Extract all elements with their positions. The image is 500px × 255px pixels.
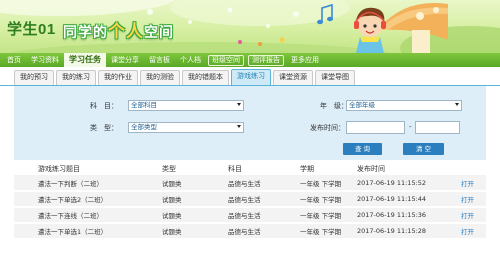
row-subject: 品德与生活: [228, 175, 300, 192]
row-type: 试题类: [162, 207, 228, 224]
nav-home[interactable]: 首页: [2, 53, 26, 67]
row-term: 一年级 下学期: [300, 175, 357, 192]
results-table: 游戏练习题目 类型 科目 学期 发布时间 遭法一下判断（二班） 试题类 品德与生…: [14, 163, 486, 240]
grade-select[interactable]: 全部年级: [346, 100, 462, 111]
tab-my-error-book[interactable]: 我的错题本: [182, 70, 229, 85]
tab-class-resources[interactable]: 课堂资源: [273, 70, 313, 85]
publish-end-date-input[interactable]: [415, 121, 460, 134]
main-nav: 首页 学习资料 学习任务 课堂分享 留言板 个人档 班级空间 测评报告 更多应用: [0, 53, 500, 67]
publish-time-label: 发布时间：: [310, 124, 345, 132]
space-title: 同学的个人空间: [63, 17, 174, 42]
space-title-part1: 同学的: [63, 24, 108, 40]
user-name: 学生01: [7, 21, 56, 38]
select-arrow-icon: [237, 103, 241, 106]
search-button[interactable]: 查 询: [343, 143, 382, 155]
table-row: 遭法一下连线（二班） 试题类 品德与生活 一年级 下学期 2017-06-19 …: [14, 207, 486, 224]
nav-assessment-report[interactable]: 测评报告: [248, 54, 284, 66]
grade-label: 年 级：: [320, 102, 348, 110]
tab-my-practice[interactable]: 我的练习: [56, 70, 96, 85]
row-title: 遭法一下连线（二班）: [14, 207, 162, 224]
row-published: 2017-06-19 11:15:52: [357, 175, 461, 192]
table-header-row: 游戏练习题目 类型 科目 学期 发布时间: [14, 163, 486, 175]
tab-game-practice[interactable]: 游戏练习: [231, 69, 271, 85]
nav-personal-file[interactable]: 个人档: [175, 53, 206, 67]
select-arrow-icon: [455, 103, 459, 106]
subject-select[interactable]: 全部科目: [128, 100, 244, 111]
row-subject: 品德与生活: [228, 191, 300, 208]
select-arrow-icon: [237, 125, 241, 128]
subject-label: 科 目：: [90, 102, 118, 110]
nav-learning-materials[interactable]: 学习资料: [26, 53, 64, 67]
row-published: 2017-06-19 11:15:44: [357, 191, 461, 208]
table-row: 遭法一下单选1（二班） 试题类 品德与生活 一年级 下学期 2017-06-19…: [14, 223, 486, 240]
header-banner: 学生01 同学的个人空间: [0, 0, 500, 53]
tab-my-preview[interactable]: 我的预习: [14, 70, 54, 85]
mascot-illustration: [317, 3, 448, 53]
tab-class-mindmap[interactable]: 课堂导图: [315, 70, 355, 85]
sub-tabs: 我的预习 我的练习 我的作业 我的测验 我的错题本 游戏练习 课堂资源 课堂导图: [0, 67, 500, 86]
date-separator: -: [409, 123, 412, 131]
tab-my-quiz[interactable]: 我的测验: [140, 70, 180, 85]
row-published: 2017-06-19 11:15:28: [357, 223, 461, 240]
subject-select-value: 全部科目: [131, 101, 157, 109]
type-label: 类 型：: [90, 124, 118, 132]
column-header-subject: 科目: [228, 165, 242, 173]
row-subject: 品德与生活: [228, 223, 300, 240]
nav-more-apps[interactable]: 更多应用: [286, 53, 324, 67]
space-title-part3: 空间: [144, 24, 174, 40]
row-term: 一年级 下学期: [300, 191, 357, 208]
column-header-title: 游戏练习题目: [38, 165, 80, 173]
column-header-published: 发布时间: [357, 165, 385, 173]
column-header-action: [461, 163, 486, 175]
nav-class-sharing[interactable]: 课堂分享: [106, 53, 144, 67]
open-link[interactable]: 打开: [461, 207, 486, 224]
tab-my-homework[interactable]: 我的作业: [98, 70, 138, 85]
row-term: 一年级 下学期: [300, 207, 357, 224]
open-link[interactable]: 打开: [461, 223, 486, 240]
publish-start-date-input[interactable]: [346, 121, 405, 134]
row-type: 试题类: [162, 223, 228, 240]
row-type: 试题类: [162, 175, 228, 192]
row-type: 试题类: [162, 191, 228, 208]
music-note-icon: [317, 3, 333, 25]
type-select-value: 全部类型: [131, 123, 157, 131]
table-row: 遭法一下单选2（二班） 试题类 品德与生活 一年级 下学期 2017-06-19…: [14, 191, 486, 208]
row-subject: 品德与生活: [228, 207, 300, 224]
table-row: 遭法一下判断（二班） 试题类 品德与生活 一年级 下学期 2017-06-19 …: [14, 175, 486, 192]
row-title: 遭法一下判断（二班）: [14, 175, 162, 192]
clear-button[interactable]: 清 空: [403, 143, 444, 155]
grade-select-value: 全部年级: [349, 101, 375, 109]
open-link[interactable]: 打开: [461, 191, 486, 208]
nav-message-board[interactable]: 留言板: [144, 53, 175, 67]
row-term: 一年级 下学期: [300, 223, 357, 240]
column-header-type: 类型: [162, 165, 176, 173]
nav-class-space[interactable]: 班级空间: [208, 54, 244, 66]
nav-learning-tasks[interactable]: 学习任务: [64, 53, 106, 67]
space-title-part2: 个人: [108, 22, 144, 41]
filter-panel: 科 目： 全部科目 年 级： 全部年级 类 型： 全部类型 发布时间： - 查 …: [14, 86, 486, 160]
column-header-term: 学期: [300, 165, 314, 173]
row-title: 遭法一下单选2（二班）: [14, 191, 162, 208]
open-link[interactable]: 打开: [461, 175, 486, 192]
type-select[interactable]: 全部类型: [128, 122, 244, 133]
row-title: 遭法一下单选1（二班）: [14, 223, 162, 240]
row-published: 2017-06-19 11:15:36: [357, 207, 461, 224]
